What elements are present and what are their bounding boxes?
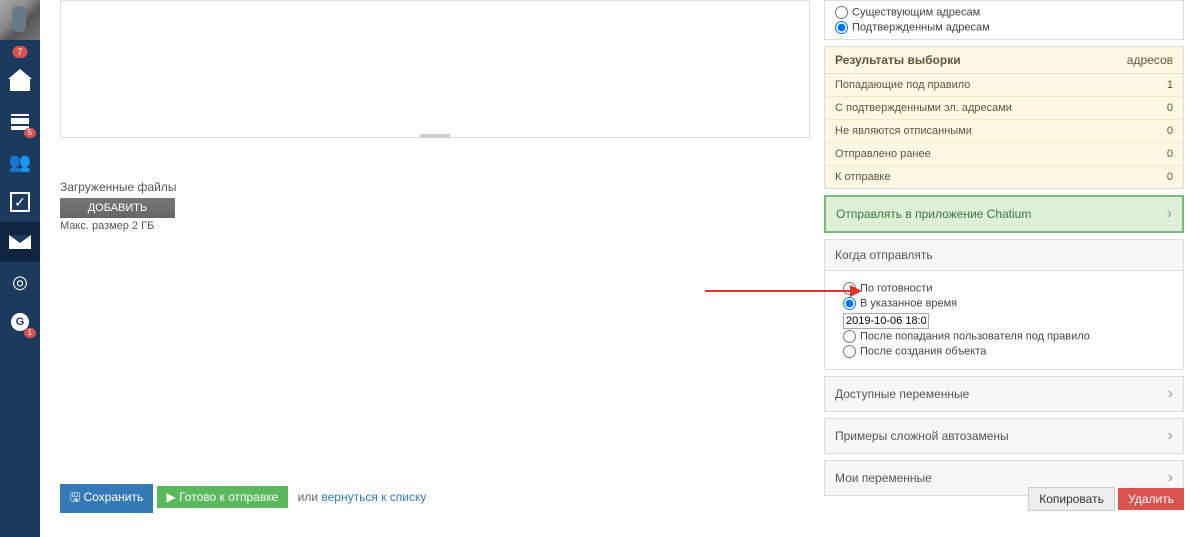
notification-badge: 7 (12, 46, 27, 58)
results-title: Результаты выборки (835, 53, 961, 67)
mail-icon (9, 235, 31, 249)
max-size-hint: Макс. размер 2 ГБ (60, 220, 810, 232)
chevron-right-icon: › (1168, 385, 1173, 403)
results-row: К отправке0 (825, 166, 1183, 188)
reports-badge: 5 (24, 128, 36, 138)
nav-reports[interactable]: 5 (0, 102, 40, 142)
app-badge: 1 (24, 328, 36, 338)
results-row: Попадающие под правило1 (825, 74, 1183, 97)
back-link[interactable]: вернуться к списку (321, 490, 426, 504)
add-file-button[interactable]: ДОБАВИТЬ (60, 198, 175, 218)
avatar[interactable] (0, 0, 40, 40)
nav-settings[interactable]: ◎ (0, 262, 40, 302)
results-panel: Результаты выборки адресов Попадающие по… (824, 46, 1184, 189)
nav-users[interactable]: 👥 (0, 142, 40, 182)
chatium-toggle[interactable]: Отправлять в приложение Chatium › (824, 195, 1184, 233)
when-send-header: Когда отправлять (824, 239, 1184, 271)
radio-confirmed[interactable]: Подтвержденным адресам (835, 20, 1173, 35)
editor-area[interactable] (60, 0, 810, 138)
address-filter-panel: Существующим адресам Подтвержденным адре… (824, 0, 1184, 40)
results-row: С подтвержденными эл. адресами0 (825, 97, 1183, 120)
save-button[interactable]: 🖫 Сохранить (60, 484, 153, 513)
when-scheduled[interactable]: В указанное время (843, 296, 1165, 311)
when-after-rule[interactable]: После попадания пользователя под правило (843, 329, 1165, 344)
results-row: Отправлено ранее0 (825, 143, 1183, 166)
users-icon: 👥 (9, 152, 31, 173)
gear-icon: ◎ (12, 272, 28, 293)
scheduled-date-input[interactable] (843, 313, 929, 329)
check-icon: ✓ (10, 192, 30, 212)
results-col: адресов (1127, 53, 1173, 67)
nav-app[interactable]: G1 (0, 302, 40, 342)
delete-button[interactable]: Удалить (1118, 488, 1184, 510)
chevron-right-icon: › (1167, 205, 1172, 223)
or-back-text: или вернуться к списку (298, 490, 427, 504)
annotation-arrow (705, 290, 860, 292)
footer-bar: 🖫 Сохранить ▶ Готово к отправке или верн… (60, 484, 1184, 513)
when-send-body: По готовности В указанное время После по… (824, 271, 1184, 370)
when-ready[interactable]: По готовности (843, 281, 1165, 296)
ready-button[interactable]: ▶ Готово к отправке (157, 486, 289, 508)
home-icon (10, 73, 30, 91)
copy-button[interactable]: Копировать (1028, 487, 1115, 511)
nav-mail[interactable] (0, 222, 40, 262)
results-row: Не являются отписанными0 (825, 120, 1183, 143)
radio-existing[interactable]: Существующим адресам (835, 5, 1173, 20)
nav-home[interactable] (0, 62, 40, 102)
chevron-right-icon: › (1168, 427, 1173, 445)
when-after-create[interactable]: После создания объекта (843, 344, 1165, 359)
autoreplace-examples-panel[interactable]: Примеры сложной автозамены› (824, 418, 1184, 454)
nav-tasks[interactable]: ✓ (0, 182, 40, 222)
available-vars-panel[interactable]: Доступные переменные› (824, 376, 1184, 412)
sidebar: 7 5 👥 ✓ ◎ G1 (0, 0, 40, 537)
uploaded-files-label: Загруженные файлы (60, 180, 810, 194)
